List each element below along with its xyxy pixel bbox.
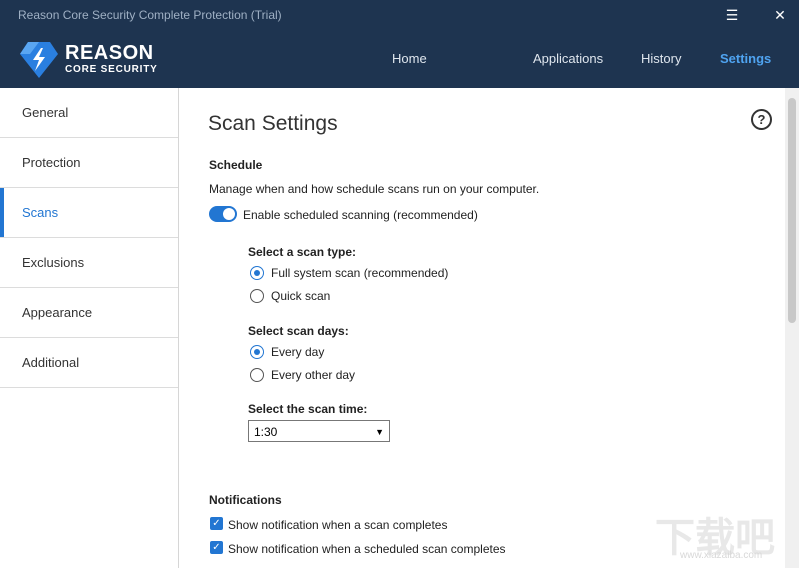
scan-type-heading: Select a scan type: [248,245,357,259]
schedule-description: Manage when and how schedule scans run o… [209,182,540,196]
nav-history[interactable]: History [641,51,681,66]
watermark: 下载吧 www.xiazaiba.com [655,505,795,565]
nav-applications[interactable]: Applications [533,51,603,66]
radio-every-day[interactable] [250,345,264,359]
toggle-label: Enable scheduled scanning (recommended) [243,208,478,222]
brand-name: REASON [65,42,154,64]
chevron-down-icon: ▼ [375,427,384,437]
notify-scan-complete-checkbox[interactable]: ✓ [210,517,223,530]
close-icon[interactable]: ✕ [769,4,791,26]
scan-days-heading: Select scan days: [248,324,349,338]
page-title: Scan Settings [208,112,338,135]
sidebar-item-appearance[interactable]: Appearance [0,288,178,338]
scan-time-heading: Select the scan time: [248,402,368,416]
schedule-heading: Schedule [209,158,263,172]
nav-settings[interactable]: Settings [720,51,771,66]
notifications-heading: Notifications [209,493,282,507]
settings-sidebar: General Protection Scans Exclusions Appe… [0,88,179,568]
sidebar-item-scans[interactable]: Scans [0,188,178,238]
notify-scheduled-scan-complete-checkbox[interactable]: ✓ [210,541,223,554]
sidebar-item-additional[interactable]: Additional [0,338,178,388]
help-icon[interactable]: ? [751,109,772,130]
notify-scan-complete-label: Show notification when a scan completes [228,518,448,532]
notify-scheduled-scan-complete-label: Show notification when a scheduled scan … [228,542,506,556]
scheduled-scanning-toggle[interactable] [209,206,237,222]
nav-home[interactable]: Home [392,51,427,66]
radio-every-day-label: Every day [271,345,325,359]
settings-content: Scan Settings ? Schedule Manage when and… [180,88,785,568]
scan-time-select[interactable]: 1:30 ▼ [248,420,390,442]
sidebar-item-general[interactable]: General [0,88,178,138]
radio-quick-scan-label: Quick scan [271,289,331,303]
scrollbar-thumb[interactable] [788,98,796,323]
sidebar-item-protection[interactable]: Protection [0,138,178,188]
scan-time-value: 1:30 [254,425,278,439]
menu-icon[interactable]: ☰ [721,4,743,26]
content-scrollbar[interactable] [785,88,799,568]
radio-full-scan-label: Full system scan (recommended) [271,266,449,280]
radio-every-other-day-label: Every other day [271,368,356,382]
sidebar-item-exclusions[interactable]: Exclusions [0,238,178,288]
watermark-url: www.xiazaiba.com [680,550,763,561]
radio-every-other-day[interactable] [250,368,264,382]
app-header: REASON CORE SECURITY Home Applications H… [0,30,799,88]
title-bar: Reason Core Security Complete Protection… [0,0,799,30]
radio-quick-scan[interactable] [250,289,264,303]
window-title: Reason Core Security Complete Protection… [18,8,282,22]
shield-logo-icon [20,42,58,78]
radio-full-scan[interactable] [250,266,264,280]
toggle-knob [223,208,235,220]
brand-subtitle: CORE SECURITY [65,64,158,75]
